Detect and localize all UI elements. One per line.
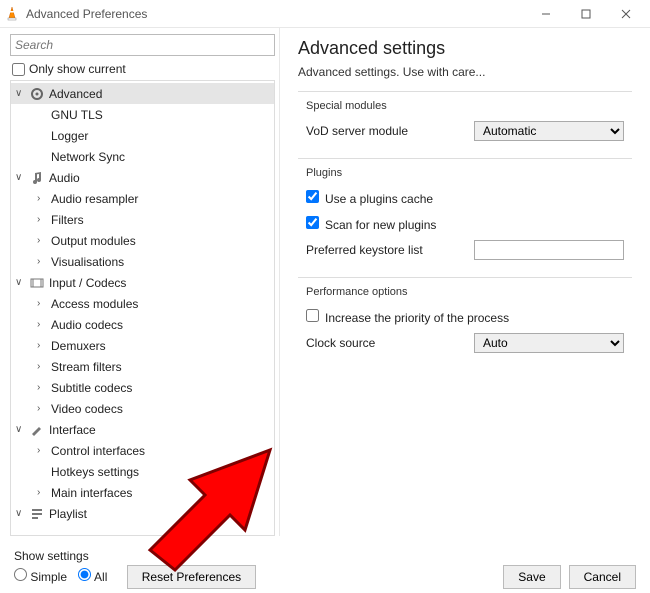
tree-playlist[interactable]: ∨Playlist (11, 503, 274, 524)
tree-gnu-tls[interactable]: GNU TLS (11, 104, 274, 125)
tree-hotkeys-settings[interactable]: Hotkeys settings (11, 461, 274, 482)
tree-audio-codecs[interactable]: ›Audio codecs (11, 314, 274, 335)
vod-server-select[interactable]: Automatic (474, 121, 624, 141)
section-title: Performance options (302, 286, 412, 298)
scan-new-plugins-checkbox[interactable]: Scan for new plugins (306, 216, 436, 232)
titlebar: Advanced Preferences (0, 0, 650, 28)
settings-tree[interactable]: ∨Advanced GNU TLS Logger Network Sync ∨A… (10, 80, 275, 536)
page-title: Advanced settings (298, 38, 632, 59)
brush-icon (29, 422, 45, 438)
gear-icon (29, 86, 45, 102)
search-input[interactable] (10, 34, 275, 56)
settings-panel: Advanced settings Advanced settings. Use… (280, 28, 650, 536)
music-note-icon (29, 170, 45, 186)
section-performance: Performance options Increase the priorit… (298, 277, 632, 366)
clock-label: Clock source (306, 336, 474, 350)
reset-preferences-button[interactable]: Reset Preferences (127, 565, 256, 589)
show-settings-group: Show settings Simple All Reset Preferenc… (14, 549, 256, 589)
radio-all[interactable]: All (78, 570, 107, 584)
use-plugins-cache-checkbox[interactable]: Use a plugins cache (306, 190, 433, 206)
left-panel: Only show current ∨Advanced GNU TLS Logg… (0, 28, 280, 536)
tree-network-sync[interactable]: Network Sync (11, 146, 274, 167)
app-icon (4, 6, 20, 22)
section-plugins: Plugins Use a plugins cache Scan for new… (298, 158, 632, 273)
tree-demuxers[interactable]: ›Demuxers (11, 335, 274, 356)
close-button[interactable] (606, 0, 646, 28)
vod-label: VoD server module (306, 124, 474, 138)
tree-audio-resampler[interactable]: ›Audio resampler (11, 188, 274, 209)
tree-audio[interactable]: ∨Audio (11, 167, 274, 188)
tree-visualisations[interactable]: ›Visualisations (11, 251, 274, 272)
page-description: Advanced settings. Use with care... (298, 65, 632, 79)
tree-logger[interactable]: Logger (11, 125, 274, 146)
tree-interface[interactable]: ∨Interface (11, 419, 274, 440)
keystore-input[interactable] (474, 240, 624, 260)
tree-advanced[interactable]: ∨Advanced (11, 83, 274, 104)
cancel-button[interactable]: Cancel (569, 565, 636, 589)
only-show-current-checkbox[interactable]: Only show current (12, 62, 275, 76)
tree-control-interfaces[interactable]: ›Control interfaces (11, 440, 274, 461)
footer: Show settings Simple All Reset Preferenc… (0, 537, 650, 593)
clock-source-select[interactable]: Auto (474, 333, 624, 353)
tree-input-codecs[interactable]: ∨Input / Codecs (11, 272, 274, 293)
only-show-current-label: Only show current (29, 62, 126, 76)
playlist-icon (29, 506, 45, 522)
section-title: Plugins (302, 167, 346, 179)
tree-output-modules[interactable]: ›Output modules (11, 230, 274, 251)
section-special-modules: Special modules VoD server module Automa… (298, 91, 632, 154)
show-settings-label: Show settings (14, 549, 256, 563)
tree-access-modules[interactable]: ›Access modules (11, 293, 274, 314)
radio-simple[interactable]: Simple (14, 570, 67, 584)
window-title: Advanced Preferences (26, 7, 526, 21)
maximize-button[interactable] (566, 0, 606, 28)
minimize-button[interactable] (526, 0, 566, 28)
tree-subtitle-codecs[interactable]: ›Subtitle codecs (11, 377, 274, 398)
keystore-label: Preferred keystore list (306, 243, 474, 257)
tree-filters[interactable]: ›Filters (11, 209, 274, 230)
codec-icon (29, 275, 45, 291)
tree-main-interfaces[interactable]: ›Main interfaces (11, 482, 274, 503)
increase-priority-checkbox[interactable]: Increase the priority of the process (306, 309, 509, 325)
tree-video-codecs[interactable]: ›Video codecs (11, 398, 274, 419)
section-title: Special modules (302, 100, 391, 112)
save-button[interactable]: Save (503, 565, 560, 589)
tree-stream-filters[interactable]: ›Stream filters (11, 356, 274, 377)
